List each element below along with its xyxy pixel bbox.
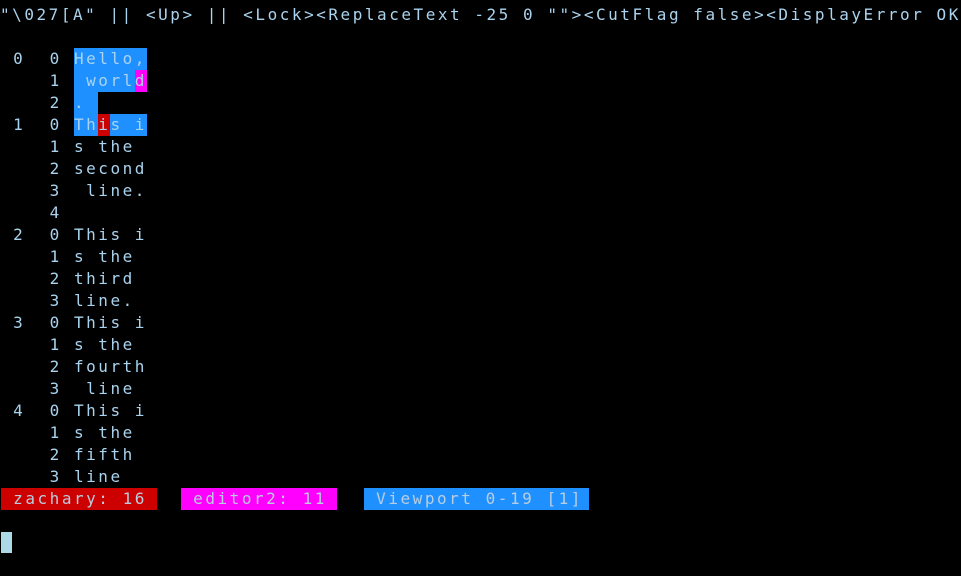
line-number: 1 <box>13 115 26 134</box>
wrap-index: 3 <box>49 291 62 310</box>
wrap-index: 1 <box>49 423 62 442</box>
wrap-index: 3 <box>49 467 62 486</box>
wrap-index: 2 <box>49 93 62 112</box>
line-text: s the <box>74 246 135 268</box>
wrap-index: 2 <box>49 357 62 376</box>
wrap-index: 1 <box>49 71 62 90</box>
wrap-index: 1 <box>49 335 62 354</box>
viewport-status: Viewport 0-19 [1] <box>364 488 596 510</box>
wrap-index: 2 <box>49 445 62 464</box>
wrap-index: 1 <box>49 247 62 266</box>
line-text: line. <box>74 290 135 312</box>
line-text: s the <box>74 136 135 158</box>
wrap-index: 0 <box>49 401 62 420</box>
text-segment: line. <box>73 291 135 310</box>
text-segment: second <box>73 159 147 178</box>
text-segment: fifth <box>73 445 135 464</box>
text-segment: s the <box>73 423 135 442</box>
text-segment: fourth <box>73 357 147 376</box>
text-segment: s the <box>73 335 135 354</box>
selection-segment: Th <box>73 114 99 136</box>
wrap-index: 4 <box>49 203 62 222</box>
wrap-index: 1 <box>49 137 62 156</box>
line-text: This i <box>73 114 147 136</box>
line-text: fifth <box>74 444 135 466</box>
command-text: "\027[A" || <Up> || <Lock><ReplaceText -… <box>0 5 961 24</box>
line-text: world <box>73 70 147 92</box>
selection-segment: worl <box>73 70 135 92</box>
text-segment: s the <box>73 137 135 156</box>
line-text: line <box>74 378 135 400</box>
line-text: s the <box>74 422 135 444</box>
wrap-index: 2 <box>49 159 62 178</box>
editor-status: editor2: 11 <box>181 488 340 510</box>
text-segment: third <box>73 269 135 288</box>
line-text: second <box>74 158 147 180</box>
terminal-cursor <box>1 532 12 553</box>
wrap-index: 0 <box>49 313 62 332</box>
text-segment: This i <box>73 401 147 420</box>
line-text: Hello, <box>73 48 147 70</box>
line-text: . <box>73 92 99 114</box>
user-status: zachary: 16 <box>1 488 160 510</box>
line-number: 0 <box>13 49 26 68</box>
line-text: This i <box>74 400 147 422</box>
selection-segment: s i <box>110 114 147 136</box>
text-segment: s the <box>73 247 135 266</box>
remote-cursor: d <box>134 70 147 92</box>
wrap-index: 0 <box>49 49 62 68</box>
status-bar: zachary: 16 editor2: 11 Viewport 0-19 [1… <box>0 488 961 510</box>
line-number: 4 <box>13 401 26 420</box>
line-text: This i <box>74 312 147 334</box>
text-segment: line. <box>73 181 147 200</box>
line-text: This i <box>74 224 147 246</box>
line-text: line. <box>74 180 147 202</box>
text-segment: This i <box>73 225 147 244</box>
wrap-index: 3 <box>49 181 62 200</box>
wrap-index: 0 <box>49 115 62 134</box>
line-number: 2 <box>13 225 26 244</box>
line-text: s the <box>74 334 135 356</box>
command-line: "\027[A" || <Up> || <Lock><ReplaceText -… <box>0 4 961 26</box>
selection-segment: Hello, <box>73 48 147 70</box>
text-segment: line <box>73 379 135 398</box>
line-text: third <box>74 268 135 290</box>
line-text: fourth <box>74 356 147 378</box>
line-text: line <box>74 466 123 488</box>
line-number: 3 <box>13 313 26 332</box>
wrap-index: 3 <box>49 379 62 398</box>
wrap-index: 0 <box>49 225 62 244</box>
text-segment: This i <box>73 313 147 332</box>
selection-segment: . <box>73 92 99 114</box>
text-segment: line <box>73 467 123 486</box>
wrap-index: 2 <box>49 269 62 288</box>
local-cursor: i <box>98 114 111 136</box>
